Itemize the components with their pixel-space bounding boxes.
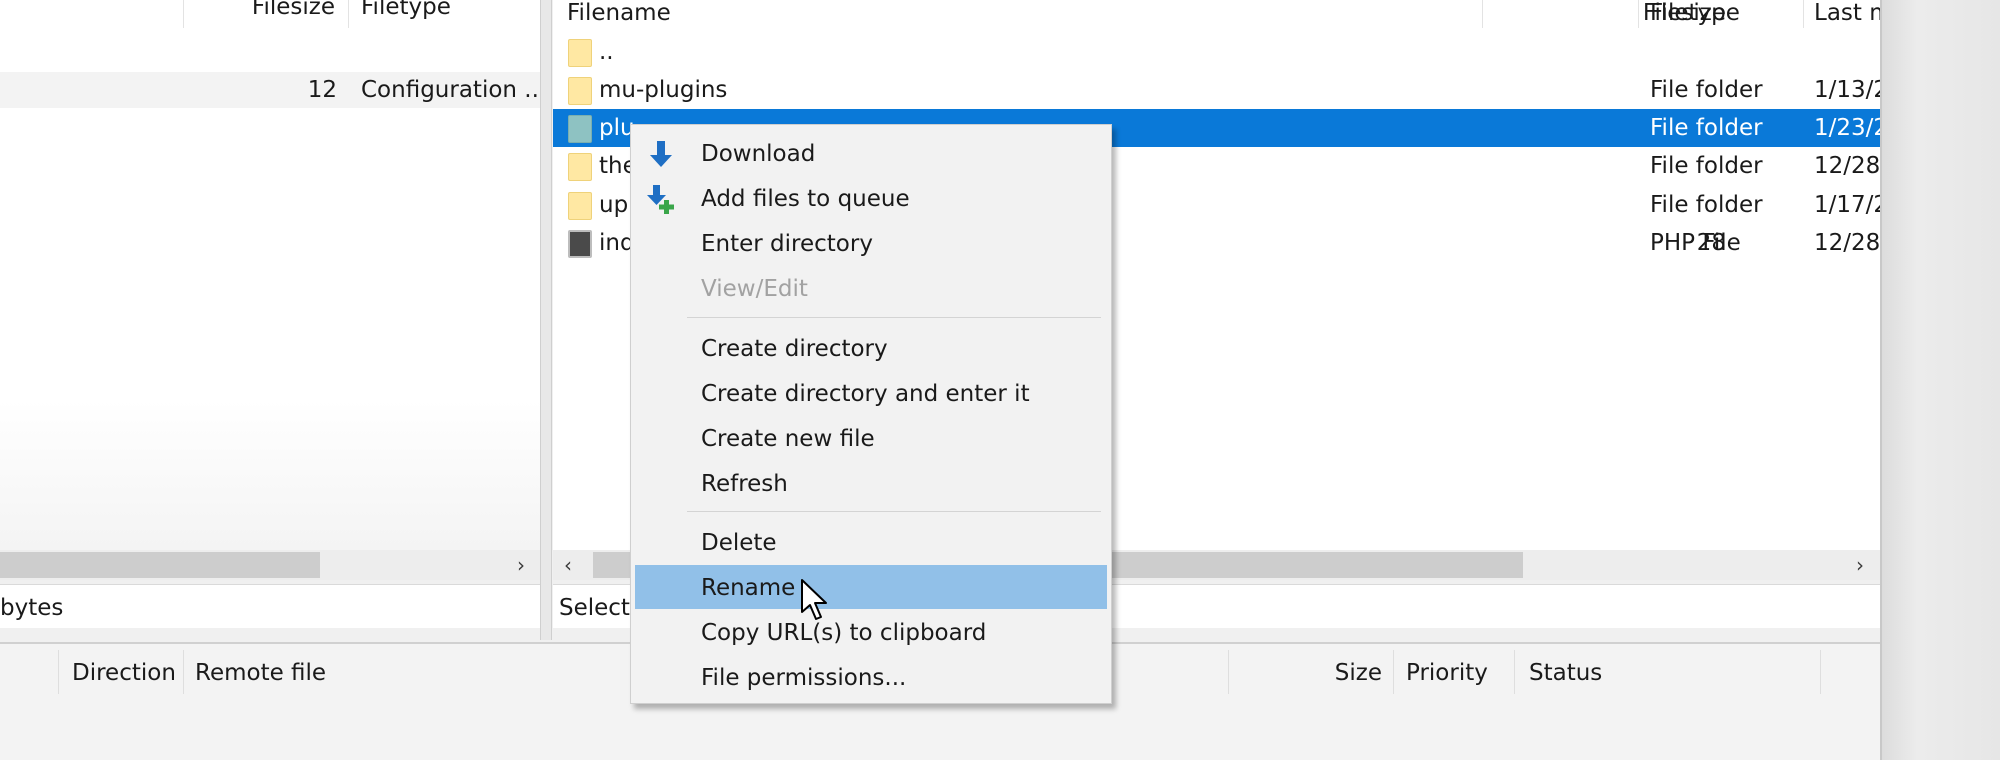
file-type: File folder bbox=[1650, 77, 1763, 103]
menu-item-label: Rename bbox=[701, 575, 796, 601]
menu-item-label: Copy URL(s) to clipboard bbox=[701, 620, 987, 646]
column-divider[interactable] bbox=[58, 650, 59, 694]
remote-file-row[interactable]: .. bbox=[553, 33, 1880, 71]
menu-item-label: View/Edit bbox=[701, 276, 808, 302]
menu-item-label: Add files to queue bbox=[701, 186, 910, 212]
file-date: 1/23/2 bbox=[1814, 115, 1880, 141]
local-column-filetype[interactable]: Filetype bbox=[361, 0, 451, 30]
menu-item-label: Create directory and enter it bbox=[701, 381, 1030, 407]
mouse-cursor-icon bbox=[801, 579, 827, 620]
menu-item-enter-directory[interactable]: Enter directory bbox=[635, 221, 1107, 265]
column-divider[interactable] bbox=[183, 0, 184, 28]
column-divider[interactable] bbox=[1393, 650, 1394, 694]
menu-item-label: Refresh bbox=[701, 471, 788, 497]
pane-splitter[interactable] bbox=[540, 0, 552, 640]
file-name: .. bbox=[599, 39, 614, 65]
local-status-bar: bytes bbox=[0, 584, 540, 628]
queue-column-size[interactable]: Size bbox=[1240, 660, 1382, 686]
php-file-icon bbox=[568, 230, 592, 258]
file-date: 1/13/2 bbox=[1814, 77, 1880, 103]
remote-column-filename[interactable]: Filename bbox=[567, 0, 671, 30]
local-horizontal-scrollbar[interactable]: › bbox=[0, 550, 540, 580]
folder-icon bbox=[568, 192, 592, 220]
file-type: File folder bbox=[1650, 115, 1763, 141]
menu-item-label: Create directory bbox=[701, 336, 888, 362]
local-file-type: Configuration ... bbox=[361, 77, 547, 103]
menu-item-copy-url[interactable]: Copy URL(s) to clipboard bbox=[635, 610, 1107, 654]
folder-icon bbox=[568, 153, 592, 181]
column-divider[interactable] bbox=[183, 650, 184, 694]
context-menu: Download Add files to queue Enter direct… bbox=[630, 124, 1112, 704]
file-type: PHP File bbox=[1650, 230, 1741, 256]
remote-file-row[interactable]: mu-plugins File folder 1/13/2 bbox=[553, 71, 1880, 109]
scroll-right-icon[interactable]: › bbox=[1845, 550, 1875, 580]
local-file-list: Filesize Filetype 12 Configuration ... bbox=[0, 0, 546, 580]
menu-item-file-permissions[interactable]: File permissions... bbox=[635, 655, 1107, 699]
local-status-text: bytes bbox=[0, 595, 64, 621]
scroll-left-icon[interactable]: ‹ bbox=[553, 550, 583, 580]
queue-column-direction[interactable]: Direction bbox=[72, 660, 176, 686]
file-name: mu-plugins bbox=[599, 77, 728, 103]
menu-item-label: Enter directory bbox=[701, 231, 873, 257]
column-divider[interactable] bbox=[1228, 650, 1229, 694]
menu-item-label: Download bbox=[701, 141, 816, 167]
menu-item-label: File permissions... bbox=[701, 665, 907, 691]
file-type: File folder bbox=[1650, 153, 1763, 179]
queue-column-priority[interactable]: Priority bbox=[1406, 660, 1488, 686]
local-column-filesize[interactable]: Filesize bbox=[190, 0, 335, 30]
local-file-size: 12 bbox=[307, 77, 337, 103]
window-edge bbox=[1880, 0, 2000, 760]
menu-item-create-new-file[interactable]: Create new file bbox=[635, 416, 1107, 460]
menu-item-download[interactable]: Download bbox=[635, 131, 1107, 175]
menu-item-create-directory-and-enter[interactable]: Create directory and enter it bbox=[635, 371, 1107, 415]
file-name: up bbox=[599, 192, 629, 218]
menu-separator bbox=[687, 317, 1101, 318]
add-to-queue-icon bbox=[647, 185, 674, 214]
file-type: File folder bbox=[1650, 192, 1763, 218]
column-divider[interactable] bbox=[1514, 650, 1515, 694]
file-date: 12/28/ bbox=[1814, 230, 1880, 256]
local-list-empty-area[interactable] bbox=[0, 400, 540, 550]
menu-item-rename[interactable]: Rename bbox=[635, 565, 1107, 609]
download-arrow-icon bbox=[650, 141, 672, 167]
queue-column-status[interactable]: Status bbox=[1529, 660, 1602, 686]
local-file-row[interactable]: 12 Configuration ... bbox=[0, 72, 546, 108]
menu-item-label: Delete bbox=[701, 530, 777, 556]
remote-column-filetype[interactable]: Filetype bbox=[1650, 0, 1740, 30]
scroll-right-icon[interactable]: › bbox=[506, 550, 536, 580]
menu-item-refresh[interactable]: Refresh bbox=[635, 461, 1107, 505]
menu-separator bbox=[687, 511, 1101, 512]
column-divider[interactable] bbox=[348, 0, 349, 28]
column-divider[interactable] bbox=[1820, 650, 1821, 694]
menu-item-create-directory[interactable]: Create directory bbox=[635, 326, 1107, 370]
file-date: 1/17/2 bbox=[1814, 192, 1880, 218]
remote-column-last-modified[interactable]: Last m bbox=[1814, 0, 1880, 30]
file-date: 12/28/ bbox=[1814, 153, 1880, 179]
column-divider[interactable] bbox=[1638, 0, 1639, 28]
folder-icon bbox=[568, 77, 592, 105]
folder-icon bbox=[568, 115, 592, 143]
menu-item-label: Create new file bbox=[701, 426, 875, 452]
queue-column-remote-file[interactable]: Remote file bbox=[195, 660, 326, 686]
column-divider[interactable] bbox=[1482, 0, 1483, 28]
menu-item-add-to-queue[interactable]: Add files to queue bbox=[635, 176, 1107, 220]
menu-item-delete[interactable]: Delete bbox=[635, 520, 1107, 564]
column-divider[interactable] bbox=[1803, 0, 1804, 28]
menu-item-view-edit: View/Edit bbox=[635, 266, 1107, 310]
folder-icon bbox=[568, 39, 592, 67]
scrollbar-thumb[interactable] bbox=[0, 552, 320, 578]
